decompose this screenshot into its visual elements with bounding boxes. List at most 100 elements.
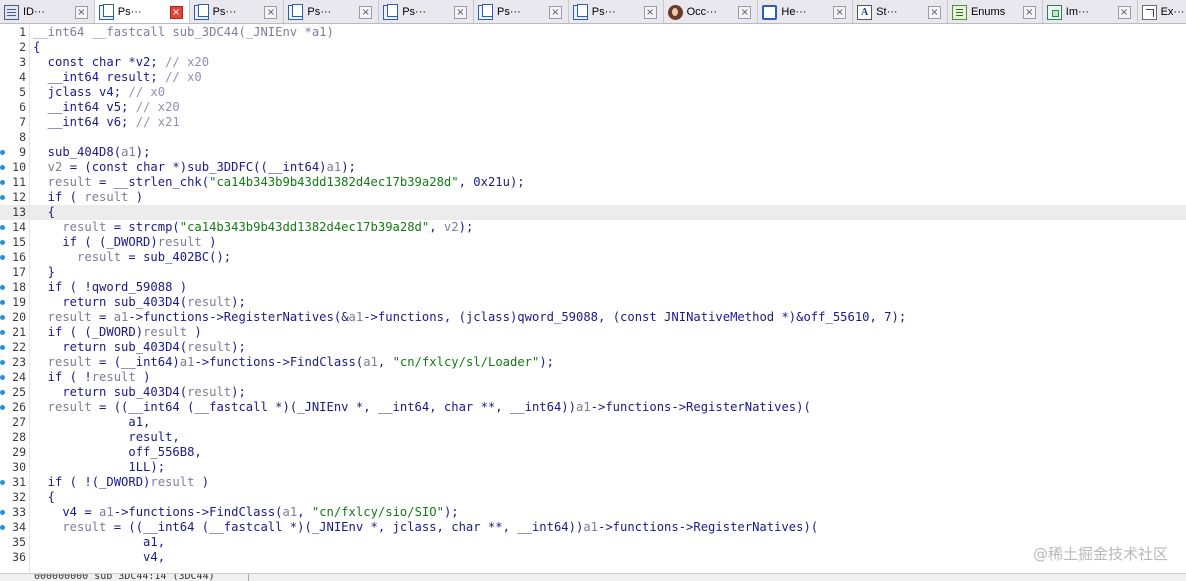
pseudocode-view[interactable]: 1 __int64 __fastcall sub_3DC44(_JNIEnv *a… (0, 25, 1186, 573)
code-token: result (33, 355, 92, 369)
code-line[interactable]: 9 sub_404D8(a1); (0, 145, 1186, 160)
close-tab-icon[interactable]: × (833, 5, 847, 19)
line-number: 3 (19, 55, 26, 69)
code-line[interactable]: 35 a1, (0, 535, 1186, 550)
code-token: 1LL); (33, 460, 166, 474)
code-text: if ( !qword_59088 ) (33, 280, 187, 295)
close-tab-icon[interactable]: × (1022, 5, 1036, 19)
code-line[interactable]: 24 if ( !result ) (0, 370, 1186, 385)
imports-icon (1046, 4, 1062, 20)
code-line[interactable]: 15 if ( (_DWORD)result ) (0, 235, 1186, 250)
code-token: ); (231, 385, 246, 399)
close-tab-icon[interactable]: × (169, 5, 183, 19)
code-token: a1, (33, 535, 166, 549)
close-tab-icon[interactable]: × (359, 5, 373, 19)
pseudocode-icon (383, 3, 399, 20)
tab-7[interactable]: Ps··· × (569, 0, 664, 23)
code-token: result (33, 175, 92, 189)
tab-1[interactable]: ID··· × (0, 0, 95, 23)
code-line[interactable]: 36 v4, (0, 550, 1186, 565)
code-token: sub_404D8( (33, 145, 122, 159)
tab-2[interactable]: Ps··· × (94, 0, 190, 23)
code-line[interactable]: 27 a1, (0, 415, 1186, 430)
line-number: 20 (12, 310, 26, 324)
code-token: ) (194, 475, 210, 489)
code-line[interactable]: 21 if ( (_DWORD)result ) (0, 325, 1186, 340)
code-line[interactable]: 1 __int64 __fastcall sub_3DC44(_JNIEnv *a… (0, 25, 1186, 40)
code-line[interactable]: 14 result = strcmp("ca14b343b9b43dd1382d… (0, 220, 1186, 235)
tab-11[interactable]: Enums × (948, 0, 1043, 23)
tab-label: St··· (876, 6, 898, 18)
tab-10[interactable]: A St··· × (853, 0, 948, 23)
code-token: { (33, 490, 56, 504)
code-token: ) (187, 325, 202, 339)
code-line[interactable]: 7 __int64 v6; // x21 (0, 115, 1186, 130)
close-tab-icon[interactable]: × (927, 5, 941, 19)
code-token: ) (128, 190, 144, 204)
code-line[interactable]: 25 return sub_403D4(result); (0, 385, 1186, 400)
code-line[interactable]: 12 if ( result ) (0, 190, 1186, 205)
code-token: return sub_403D4( (33, 295, 188, 309)
code-text: off_556B8, (33, 445, 201, 460)
code-token: __int64 result; (33, 70, 166, 84)
code-line[interactable]: 18 if ( !qword_59088 ) (0, 280, 1186, 295)
code-token: ); (231, 340, 246, 354)
tab-6[interactable]: Ps··· × (474, 0, 569, 23)
code-line[interactable]: 30 1LL); (0, 460, 1186, 475)
code-token: a1 (179, 355, 195, 369)
code-line[interactable]: 32 { (0, 490, 1186, 505)
tab-3[interactable]: Ps··· × (190, 0, 285, 23)
code-token: ); (231, 295, 246, 309)
code-line[interactable]: 28 result, (0, 430, 1186, 445)
code-line[interactable]: 23 result = (__int64)a1->functions->Find… (0, 355, 1186, 370)
code-line[interactable]: 13 { (0, 205, 1186, 220)
code-line[interactable]: 8 (0, 130, 1186, 145)
close-tab-icon[interactable]: × (643, 5, 657, 19)
tab-5[interactable]: Ps··· × (379, 0, 474, 23)
code-text: } (33, 265, 55, 280)
code-line[interactable]: 34 result = ((__int64 (__fastcall *)(_JN… (0, 520, 1186, 535)
close-tab-icon[interactable]: × (74, 5, 88, 19)
tab-13[interactable]: Ex···× (1138, 0, 1186, 23)
tab-9[interactable]: He··· × (758, 0, 854, 23)
code-line[interactable]: 26 result = ((__int64 (__fastcall *)(_JN… (0, 400, 1186, 415)
code-line[interactable]: 17 } (0, 265, 1186, 280)
code-token: ->functions->FindClass( (194, 355, 364, 369)
line-number: 18 (12, 280, 26, 294)
code-line[interactable]: 29 off_556B8, (0, 445, 1186, 460)
code-line[interactable]: 19 return sub_403D4(result); (0, 295, 1186, 310)
line-number: 22 (12, 340, 26, 354)
tab-12[interactable]: Im··· × (1043, 0, 1138, 23)
code-line[interactable]: 22 return sub_403D4(result); (0, 340, 1186, 355)
code-token: result (91, 370, 136, 384)
code-line[interactable]: 6 __int64 v5; // x20 (0, 100, 1186, 115)
close-tab-icon[interactable]: × (264, 5, 278, 19)
close-tab-icon[interactable]: × (548, 5, 562, 19)
code-token: result, (33, 430, 180, 444)
code-line[interactable]: 2{ (0, 40, 1186, 55)
code-text: if ( !(_DWORD)result ) (33, 475, 209, 490)
code-line[interactable]: 31 if ( !(_DWORD)result ) (0, 475, 1186, 490)
code-line[interactable]: 20 result = a1->functions->RegisterNativ… (0, 310, 1186, 325)
close-tab-icon[interactable]: × (453, 5, 467, 19)
code-line[interactable]: 11 result = __strlen_chk("ca14b343b9b43d… (0, 175, 1186, 190)
close-tab-icon[interactable]: × (1117, 5, 1131, 19)
code-token: // x20 (135, 100, 180, 114)
code-line[interactable]: 5 jclass v4; // x0 (0, 85, 1186, 100)
line-number: 6 (19, 100, 26, 114)
tab-4[interactable]: Ps··· × (284, 0, 380, 23)
tab-8[interactable]: Occ··· × (664, 0, 759, 23)
line-number: 33 (12, 505, 26, 519)
code-text: const char *v2; // x20 (33, 55, 209, 70)
code-line[interactable]: 33 v4 = a1->functions->FindClass(a1, "cn… (0, 505, 1186, 520)
close-tab-icon[interactable]: × (738, 5, 752, 19)
code-line[interactable]: 4 __int64 result; // x0 (0, 70, 1186, 85)
tab-label: Ps··· (591, 6, 616, 18)
code-token: "ca14b343b9b43dd1382d4ec17b39a28d" (179, 220, 430, 234)
code-token: result (84, 190, 129, 204)
line-number: 25 (12, 385, 26, 399)
code-token: = strcmp( (106, 220, 180, 234)
code-line[interactable]: 10 v2 = (const char *)sub_3DDFC((__int64… (0, 160, 1186, 175)
code-line[interactable]: 16 result = sub_402BC(); (0, 250, 1186, 265)
code-line[interactable]: 3 const char *v2; // x20 (0, 55, 1186, 70)
